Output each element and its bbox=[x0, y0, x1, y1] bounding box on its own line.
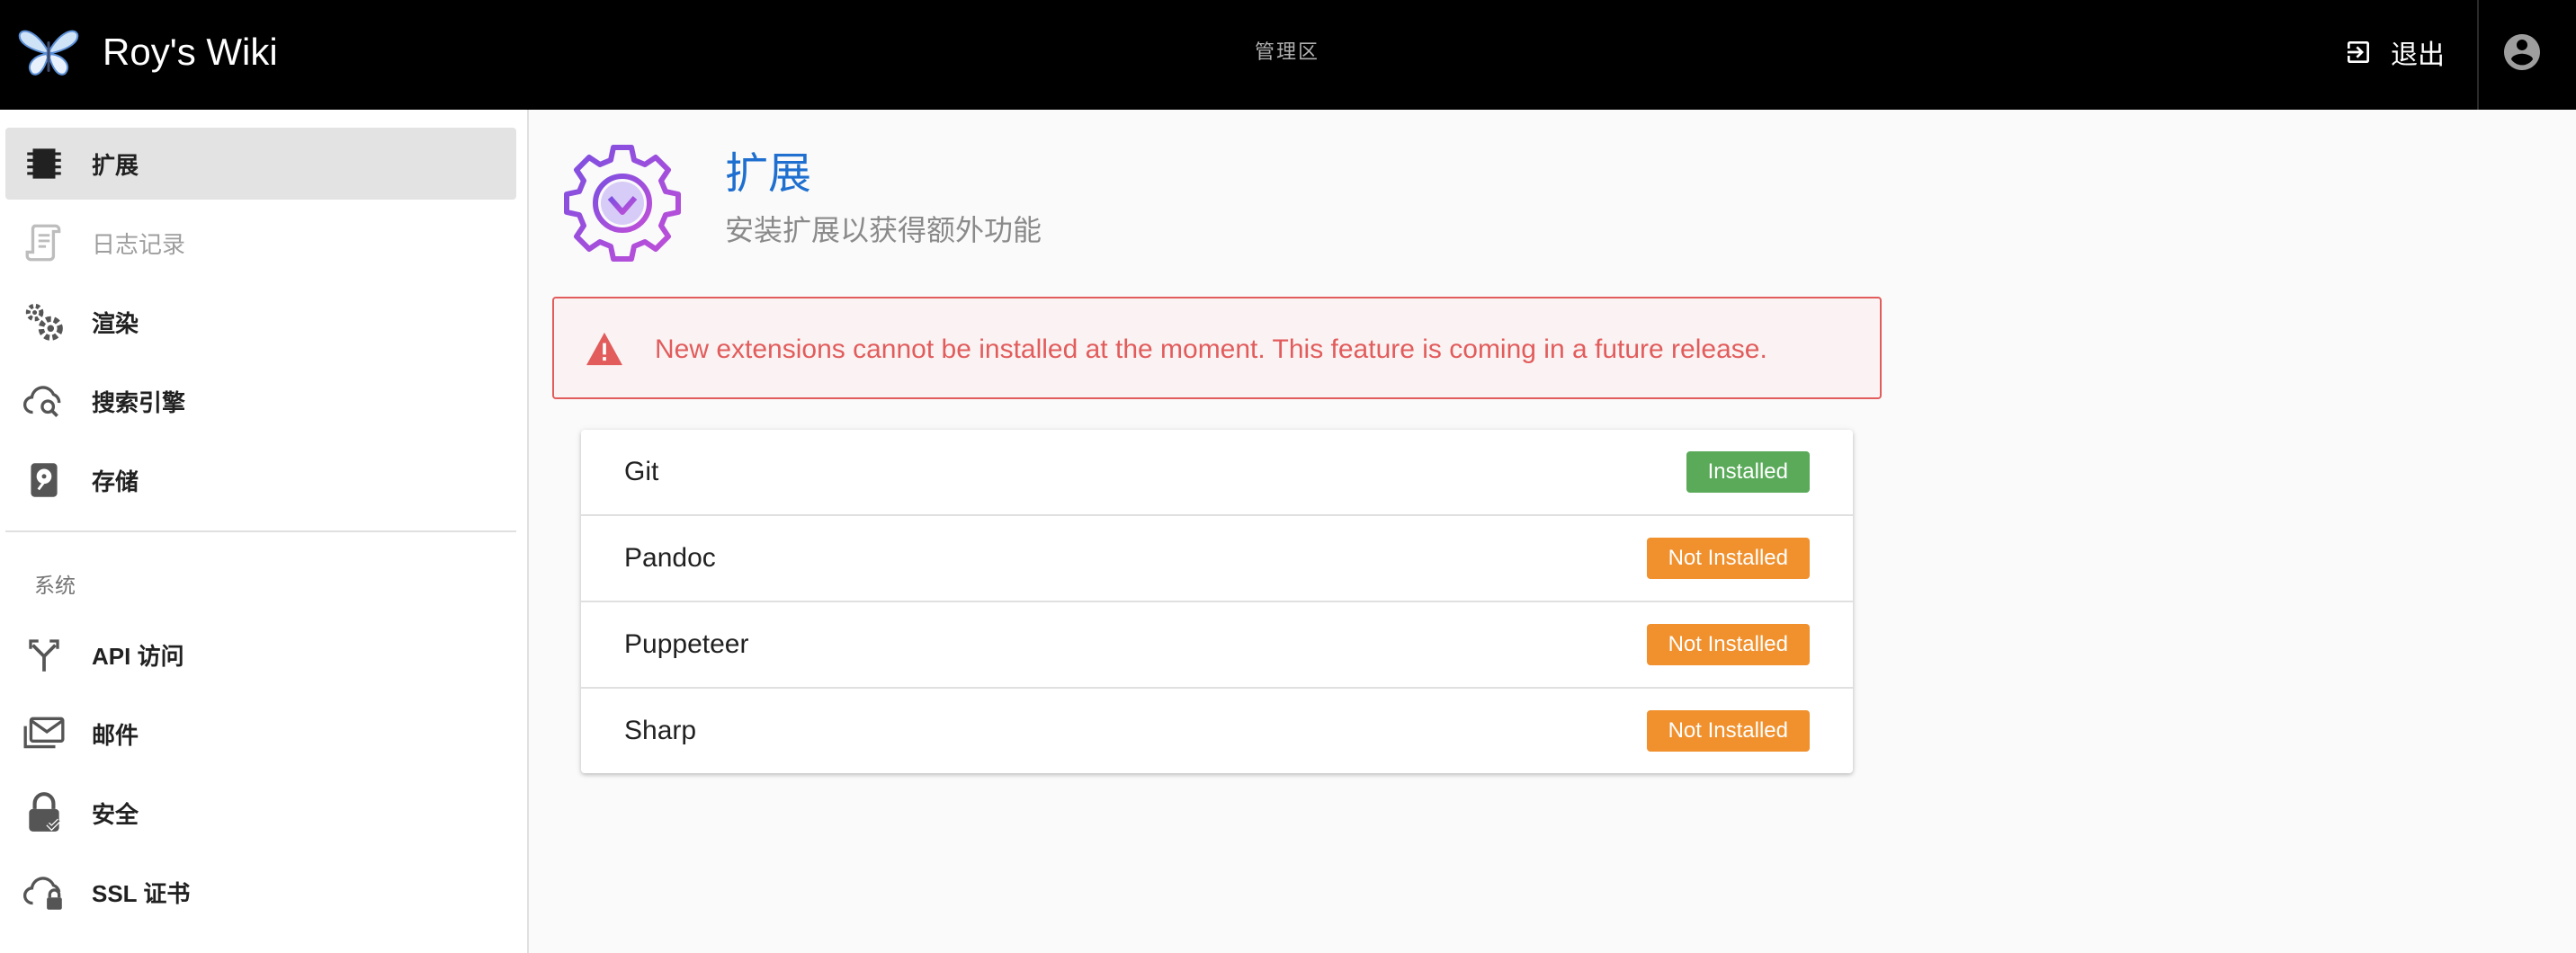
extension-name: Sharp bbox=[624, 716, 697, 745]
sidebar-item-security[interactable]: 安全 bbox=[5, 777, 516, 849]
sidebar-item-label: API 访问 bbox=[92, 642, 184, 670]
lock-check-icon bbox=[29, 792, 61, 832]
sidebar-item-rendering[interactable]: 渲染 bbox=[5, 286, 516, 358]
header-divider bbox=[2477, 0, 2479, 110]
status-badge: Not Installed bbox=[1646, 624, 1810, 665]
api-fork-icon bbox=[29, 639, 59, 672]
extension-gear-icon bbox=[564, 145, 681, 262]
script-icon bbox=[25, 224, 61, 262]
sidebar-item-label: 邮件 bbox=[92, 721, 139, 749]
status-badge: Not Installed bbox=[1646, 538, 1810, 579]
status-badge: Installed bbox=[1686, 451, 1810, 493]
sidebar-item-label: 扩展 bbox=[92, 151, 139, 179]
page-subtitle: 安装扩展以获得额外功能 bbox=[725, 214, 1042, 246]
list-item-puppeteer[interactable]: Puppeteer Not Installed bbox=[581, 602, 1853, 689]
sidebar-item-label: 渲染 bbox=[92, 309, 139, 337]
list-item-sharp[interactable]: Sharp Not Installed bbox=[581, 689, 1853, 775]
section-header-system: 系统 bbox=[34, 574, 76, 597]
extension-name: Puppeteer bbox=[624, 629, 749, 659]
extension-name: Git bbox=[624, 457, 659, 486]
sidebar-item-label: SSL 证书 bbox=[92, 879, 191, 907]
sidebar-item-ssl[interactable]: SSL 证书 bbox=[5, 856, 516, 928]
sidebar-item-logging[interactable]: 日志记录 bbox=[5, 207, 516, 279]
sidebar-item-label: 搜索引擎 bbox=[92, 388, 186, 416]
sidebar-item-extensions[interactable]: 扩展 bbox=[5, 128, 516, 200]
sidebar-item-label: 安全 bbox=[92, 800, 139, 828]
harddisk-icon bbox=[31, 463, 58, 497]
sidebar-item-mail[interactable]: 邮件 bbox=[5, 698, 516, 770]
sidebar-item-storage[interactable]: 存储 bbox=[5, 444, 516, 516]
sidebar-item-label: 存储 bbox=[92, 468, 139, 495]
app-title[interactable]: Roy's Wiki bbox=[103, 27, 278, 77]
cloud-search-icon bbox=[22, 386, 61, 417]
chip-icon bbox=[27, 148, 61, 179]
logout-label: 退出 bbox=[2391, 40, 2445, 70]
status-badge: Not Installed bbox=[1646, 710, 1810, 752]
sidebar: 扩展 日志记录 渲染 搜索引擎 存储 系统 API 访问 邮件 安全 SSL 证… bbox=[0, 110, 529, 953]
sidebar-item-api-access[interactable]: API 访问 bbox=[5, 619, 516, 690]
sidebar-divider bbox=[5, 530, 516, 532]
list-item-pandoc[interactable]: Pandoc Not Installed bbox=[581, 516, 1853, 602]
alert-message: New extensions cannot be installed at th… bbox=[655, 334, 1767, 364]
logout-button[interactable]: 退出 bbox=[2344, 32, 2445, 72]
logout-icon bbox=[2348, 41, 2369, 63]
cogs-icon bbox=[25, 303, 63, 341]
butterfly-logo-icon[interactable] bbox=[18, 25, 79, 79]
sidebar-item-label: 日志记录 bbox=[92, 230, 186, 258]
mail-icon bbox=[23, 717, 65, 749]
cloud-lock-icon bbox=[22, 877, 62, 910]
sidebar-item-search-engine[interactable]: 搜索引擎 bbox=[5, 365, 516, 437]
page-title: 扩展 bbox=[725, 150, 812, 198]
warning-icon bbox=[586, 332, 622, 366]
warning-alert: New extensions cannot be installed at th… bbox=[552, 297, 1882, 399]
list-item-git[interactable]: Git Installed bbox=[581, 430, 1853, 516]
admin-area-label: 管理区 bbox=[1255, 40, 1320, 63]
app-header: Roy's Wiki 管理区 退出 bbox=[0, 0, 2576, 110]
account-circle-icon[interactable] bbox=[2500, 31, 2544, 74]
extension-name: Pandoc bbox=[624, 543, 716, 573]
extensions-list: Git Installed Pandoc Not Installed Puppe… bbox=[581, 430, 1853, 773]
